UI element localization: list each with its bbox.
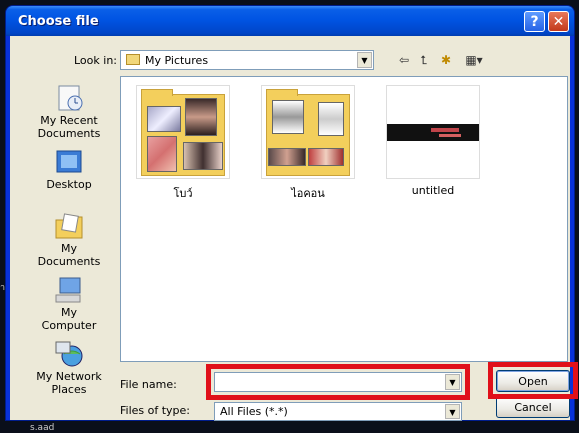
file-name: โบว์	[173, 187, 193, 200]
image-thumbnail	[183, 142, 223, 170]
chevron-down-icon[interactable]: ▼	[445, 404, 460, 419]
file-list[interactable]: โบว์ ไอคอน untitled	[120, 76, 568, 362]
image-thumbnail	[185, 98, 217, 136]
image-thumbnail	[318, 102, 344, 136]
place-label: My Documents	[37, 242, 101, 268]
place-label: Desktop	[46, 178, 92, 191]
place-network-places[interactable]: My Network Places	[32, 340, 106, 396]
place-label: My Network Places	[36, 370, 102, 396]
place-my-computer[interactable]: My Computer	[32, 276, 106, 332]
up-folder-icon[interactable]: ⮤	[416, 53, 432, 67]
chevron-down-icon[interactable]: ▼	[357, 52, 372, 68]
help-button[interactable]: ?	[524, 11, 545, 32]
image-thumbnail	[147, 136, 177, 172]
cancel-button[interactable]: Cancel	[496, 396, 570, 418]
file-name: untitled	[411, 184, 455, 197]
file-type-dropdown[interactable]: All Files (*.*) ▼	[214, 402, 462, 421]
image-preview-detail	[439, 134, 461, 137]
file-name-label: File name:	[120, 378, 177, 391]
folder-icon	[126, 54, 140, 65]
place-label: My Computer	[41, 306, 97, 332]
image-thumbnail	[268, 148, 306, 166]
my-documents-icon	[54, 212, 84, 240]
file-type-label: Files of type:	[120, 404, 191, 417]
image-thumbnail	[147, 106, 181, 132]
folder-thumbnail	[136, 85, 230, 179]
file-type-value: All Files (*.*)	[220, 405, 288, 418]
new-folder-icon[interactable]: ✱	[438, 53, 454, 67]
look-in-value: My Pictures	[145, 54, 209, 67]
background-text-bottom: s.aad	[30, 423, 55, 433]
choose-file-dialog: Choose file ? ✕ Look in: My Pictures ▼ ⇦…	[6, 6, 578, 421]
look-in-label: Look in:	[74, 54, 117, 67]
image-thumbnail	[386, 85, 480, 179]
image-thumbnail	[308, 148, 344, 166]
my-computer-icon	[54, 276, 84, 304]
recent-documents-icon	[54, 84, 84, 112]
look-in-dropdown[interactable]: My Pictures ▼	[120, 50, 374, 70]
dialog-body: Look in: My Pictures ▼ ⇦ ⮤ ✱ ▦▾ My Recen…	[10, 36, 578, 421]
file-item[interactable]: โบว์	[133, 85, 233, 202]
place-desktop[interactable]: Desktop	[32, 148, 106, 191]
network-places-icon	[54, 340, 84, 368]
place-label: My Recent Documents	[37, 114, 101, 140]
image-preview	[387, 124, 479, 141]
dialog-title: Choose file	[18, 14, 99, 29]
back-icon[interactable]: ⇦	[396, 53, 412, 67]
close-button[interactable]: ✕	[548, 11, 569, 32]
image-thumbnail	[272, 100, 304, 134]
desktop-icon	[54, 148, 84, 176]
title-bar[interactable]: Choose file ? ✕	[6, 6, 574, 36]
views-menu-icon[interactable]: ▦▾	[462, 53, 486, 67]
highlight-box-open-button	[488, 362, 578, 399]
file-item[interactable]: untitled	[383, 85, 483, 197]
place-my-documents[interactable]: My Documents	[32, 212, 106, 268]
image-preview-detail	[431, 128, 459, 132]
file-item[interactable]: ไอคอน	[258, 85, 358, 202]
file-name: ไอคอน	[291, 187, 325, 200]
place-recent-documents[interactable]: My Recent Documents	[32, 84, 106, 140]
highlight-box-file-name	[206, 364, 470, 400]
folder-thumbnail	[261, 85, 355, 179]
